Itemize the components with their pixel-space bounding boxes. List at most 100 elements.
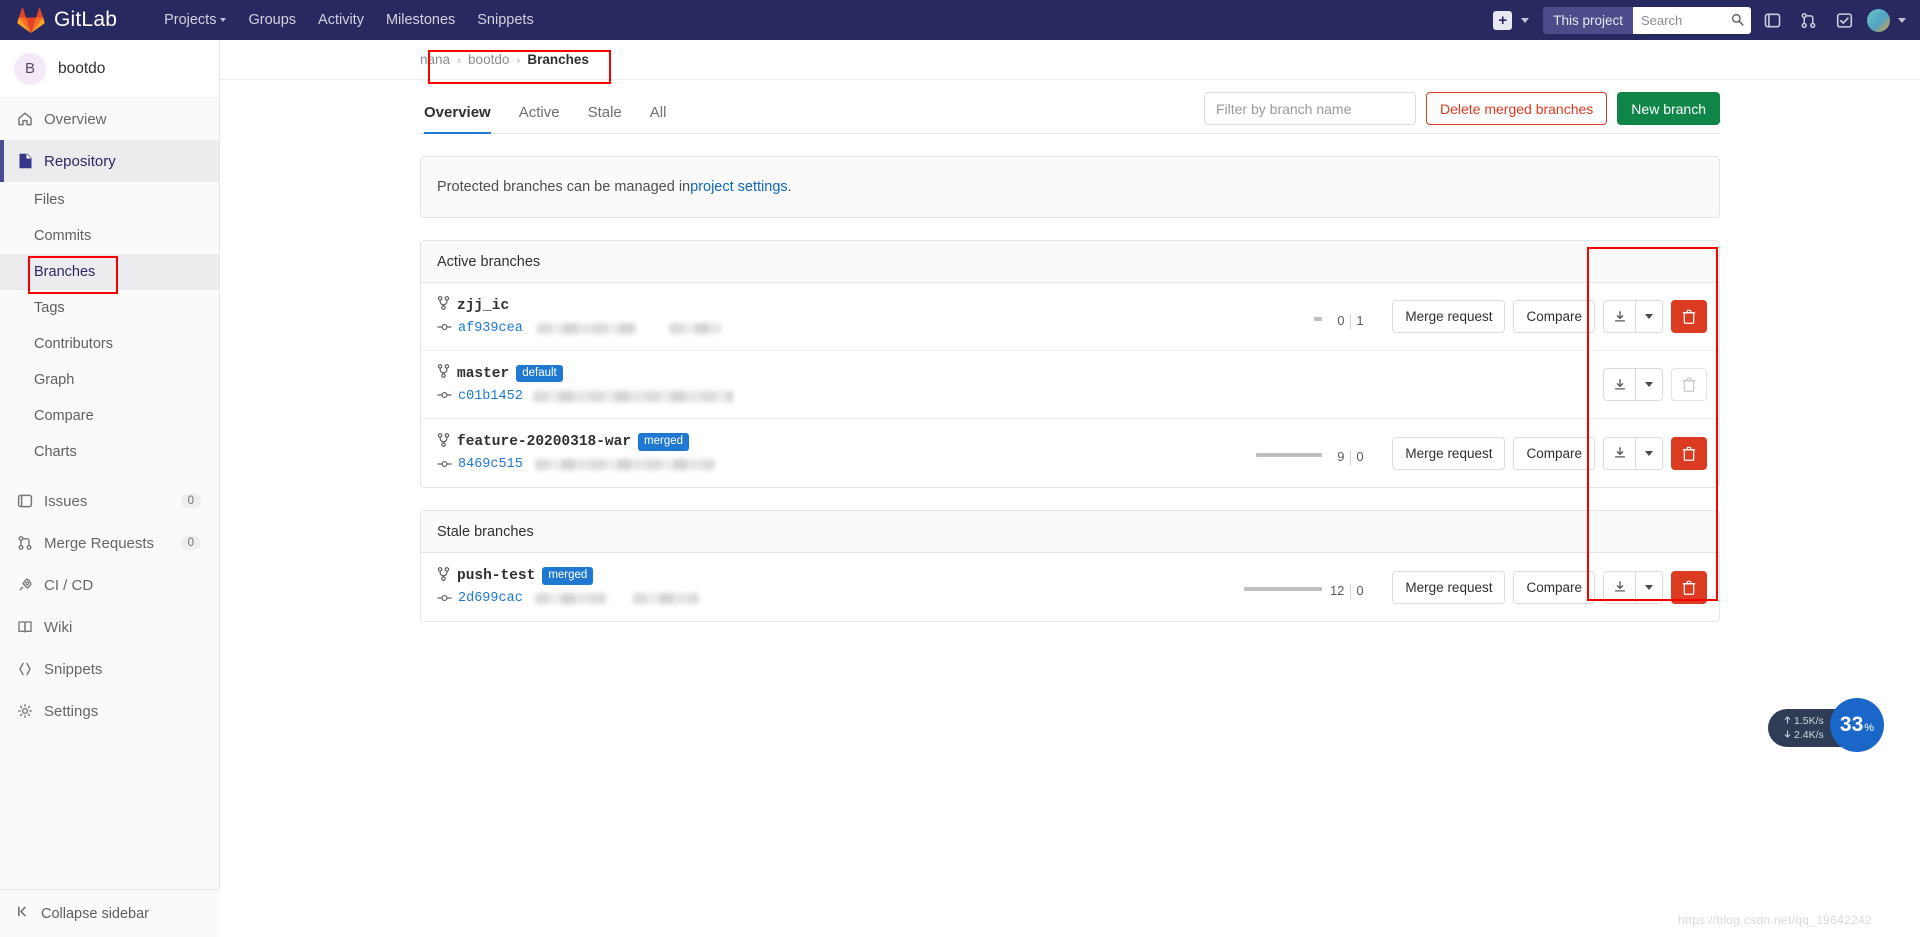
tab-active[interactable]: Active — [505, 104, 574, 133]
merge-request-button[interactable]: Merge request — [1392, 300, 1506, 333]
compare-button[interactable]: Compare — [1513, 300, 1595, 333]
upload-speed-value: 1.5K/s — [1794, 714, 1824, 727]
download-dropdown-caret[interactable] — [1635, 300, 1663, 333]
sidebar-item-compare[interactable]: Compare — [0, 398, 219, 434]
sidebar-item-tags[interactable]: Tags — [0, 290, 219, 326]
tab-stale[interactable]: Stale — [574, 104, 636, 133]
chevron-down-icon — [1645, 450, 1653, 456]
user-avatar[interactable] — [1867, 8, 1890, 32]
topnav-item-activity[interactable]: Activity — [307, 0, 375, 40]
sidebar-item-issues[interactable]: Issues 0 — [0, 480, 219, 522]
upload-arrow-icon — [1784, 714, 1791, 728]
bar-ahead — [1314, 316, 1323, 321]
sidebar-item-wiki[interactable]: Wiki — [0, 606, 219, 648]
sidebar-item-repository[interactable]: Repository — [0, 140, 219, 182]
commit-sha[interactable]: 8469c515 — [458, 457, 523, 472]
sidebar-item-overview[interactable]: Overview — [0, 98, 219, 140]
branch-name[interactable]: master — [457, 366, 509, 382]
divergence-bars — [1202, 442, 1323, 464]
active-branches-title: Active branches — [421, 241, 1719, 283]
topnav-item-milestones[interactable]: Milestones — [375, 0, 466, 40]
compare-button[interactable]: Compare — [1513, 436, 1595, 470]
watermark-url: https://blog.csdn.net/qq_19642242 — [1677, 913, 1872, 927]
topnav-item-groups[interactable]: Groups — [237, 0, 307, 40]
sidebar-label-tags: Tags — [34, 300, 65, 316]
sidebar-item-branches[interactable]: Branches — [0, 254, 219, 290]
tab-all[interactable]: All — [636, 104, 681, 133]
branch-filter-input[interactable]: Filter by branch name — [1203, 92, 1416, 125]
branch-info: push-test merged 2d699cac — [437, 566, 1017, 608]
issues-icon[interactable] — [1757, 5, 1787, 35]
sidebar-item-snippets[interactable]: Snippets — [0, 648, 219, 690]
sidebar-item-commits[interactable]: Commits — [0, 218, 219, 254]
breadcrumb: nana › bootdo › Branches — [220, 40, 1920, 80]
project-name: bootdo — [58, 59, 106, 77]
sidebar-label-repository: Repository — [44, 152, 116, 170]
breadcrumb-separator: › — [516, 52, 521, 67]
delete-branch-button[interactable] — [1671, 300, 1707, 333]
download-icon[interactable] — [1603, 300, 1635, 333]
download-dropdown-caret[interactable] — [1635, 570, 1663, 604]
delete-merged-branches-button[interactable]: Delete merged branches — [1425, 92, 1608, 125]
delete-branch-button[interactable] — [1671, 436, 1707, 470]
merged-badge: merged — [638, 433, 690, 451]
branch-commit: 2d699cac — [437, 590, 1017, 608]
topnav-item-snippets[interactable]: Snippets — [466, 0, 544, 40]
download-dropdown-caret[interactable] — [1635, 436, 1663, 470]
divergence-divider — [1350, 313, 1352, 329]
merge-request-button[interactable]: Merge request — [1392, 570, 1506, 604]
branch-name[interactable]: push-test — [457, 568, 535, 584]
project-settings-link[interactable]: project settings — [690, 179, 788, 195]
branch-title: push-test merged — [437, 566, 1017, 586]
sidebar-item-graph[interactable]: Graph — [0, 362, 219, 398]
trash-icon — [1682, 309, 1696, 324]
commit-sha[interactable]: af939cea — [458, 321, 523, 336]
branch-actions — [1603, 368, 1707, 401]
sidebar-item-charts[interactable]: Charts — [0, 434, 219, 470]
branch-filter-placeholder: Filter by branch name — [1215, 100, 1352, 117]
gitlab-home-link[interactable]: GitLab — [0, 7, 117, 33]
breadcrumb-current: Branches — [527, 52, 589, 67]
download-group — [1603, 300, 1663, 333]
sidebar-item-contributors[interactable]: Contributors — [0, 326, 219, 362]
sidebar-item-ci-cd[interactable]: CI / CD — [0, 564, 219, 606]
search-input[interactable]: Search — [1633, 6, 1751, 34]
plus-icon[interactable]: + — [1493, 10, 1513, 30]
branch-info: feature-20200318-war merged 8469c515 — [437, 432, 1017, 474]
download-icon[interactable] — [1603, 368, 1635, 401]
sidebar-item-settings[interactable]: Settings — [0, 690, 219, 732]
top-navigation-bar: GitLab Projects Groups Activity Mileston… — [0, 0, 1920, 40]
sidebar-label-settings: Settings — [44, 702, 99, 720]
download-icon[interactable] — [1603, 570, 1635, 604]
delete-branch-button[interactable] — [1671, 570, 1707, 604]
sidebar-item-merge-requests[interactable]: Merge Requests 0 — [0, 522, 219, 564]
chevron-down-icon[interactable] — [1898, 17, 1906, 23]
compare-button[interactable]: Compare — [1513, 570, 1595, 604]
sidebar-label-commits: Commits — [34, 228, 92, 244]
new-branch-button[interactable]: New branch — [1617, 92, 1720, 125]
breadcrumb-project[interactable]: bootdo — [468, 52, 509, 67]
sidebar-label-graph: Graph — [34, 372, 75, 388]
search-scope-label[interactable]: This project — [1543, 6, 1633, 34]
sidebar-item-files[interactable]: Files — [0, 182, 219, 218]
download-icon[interactable] — [1603, 436, 1635, 470]
home-icon — [16, 111, 34, 127]
branch-name[interactable]: zjj_ic — [457, 298, 509, 314]
download-dropdown-caret[interactable] — [1635, 368, 1663, 401]
merge-request-button[interactable]: Merge request — [1392, 436, 1506, 470]
todos-icon[interactable] — [1829, 5, 1859, 35]
issues-count-badge: 0 — [180, 494, 201, 508]
commit-sha[interactable]: 2d699cac — [458, 591, 523, 606]
breadcrumb-group[interactable]: nana — [420, 52, 450, 67]
cpu-percent-badge[interactable]: 33 % — [1830, 698, 1884, 752]
tab-overview[interactable]: Overview — [420, 104, 505, 134]
merge-requests-icon[interactable] — [1793, 5, 1823, 35]
collapse-sidebar-button[interactable]: Collapse sidebar — [0, 889, 220, 937]
branch-row: master default c01b1452 — [421, 351, 1719, 419]
commits-behind-count: 0 — [1337, 312, 1345, 328]
branch-name[interactable]: feature-20200318-war — [457, 434, 631, 450]
sidebar-project-header[interactable]: B bootdo — [0, 40, 219, 98]
topnav-item-projects[interactable]: Projects — [153, 0, 237, 40]
commit-sha[interactable]: c01b1452 — [458, 389, 523, 404]
chevron-down-icon[interactable] — [1521, 17, 1530, 23]
